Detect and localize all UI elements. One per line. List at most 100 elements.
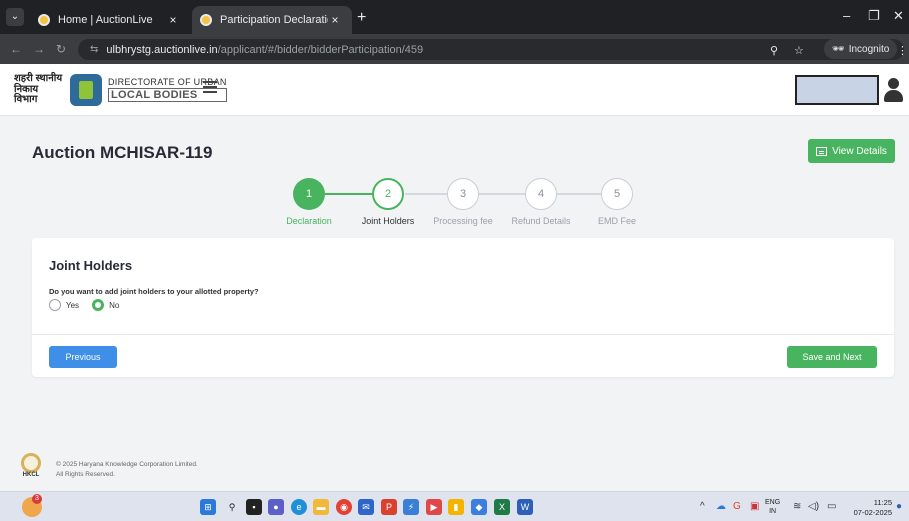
tray-app-icon[interactable]: G [733, 501, 741, 512]
user-name-box[interactable] [795, 75, 879, 105]
ulb-emblem-icon [70, 74, 102, 106]
address-bar: ← → ↻ ⇆ ulbhrystg.auctionlive.in /applic… [0, 34, 909, 64]
step-3-label: Processing fee [433, 216, 493, 226]
close-tab-icon[interactable]: × [166, 13, 180, 27]
tab-title: Home | AuctionLive [58, 14, 153, 26]
stepper-connector [405, 193, 447, 195]
new-tab-icon[interactable]: + [357, 9, 366, 27]
close-tab-icon[interactable]: × [328, 13, 342, 27]
search-icon[interactable]: ⚲ [224, 499, 240, 515]
site-info-icon[interactable]: ⇆ [90, 44, 98, 55]
footer-text: © 2025 Haryana Knowledge Corporation Lim… [56, 460, 198, 481]
messenger-icon[interactable]: ◆ [471, 499, 487, 515]
excel-icon[interactable]: X [494, 499, 510, 515]
incognito-badge[interactable]: 🕶 Incognito [824, 39, 898, 59]
zoom-search-icon[interactable]: ⚲ [770, 44, 778, 57]
radio-yes-label[interactable]: Yes [66, 301, 79, 310]
auctionlive-favicon-icon [200, 14, 212, 26]
file-explorer-icon[interactable]: ▬ [313, 499, 329, 515]
battery-icon[interactable]: ▭ [827, 501, 836, 512]
step-4-label: Refund Details [511, 216, 571, 226]
view-details-label: View Details [832, 145, 887, 157]
wifi-icon[interactable]: ≋ [793, 501, 801, 512]
powerbi-icon[interactable]: ▮ [448, 499, 464, 515]
step-2-label: Joint Holders [361, 216, 415, 226]
joint-holders-card: Joint Holders Do you want to add joint h… [32, 238, 894, 377]
stepper-connector [479, 193, 525, 195]
hkcl-logo: HKCL [18, 453, 44, 481]
browser-menu-icon[interactable]: ⋮ [897, 44, 908, 57]
step-1-circle[interactable]: 1 [293, 178, 325, 210]
card-title: Joint Holders [49, 258, 133, 273]
edge-icon[interactable]: e [291, 499, 307, 515]
lang-bottom: IN [769, 508, 777, 516]
chrome-icon[interactable]: ◉ [336, 499, 352, 515]
step-1-label: Declaration [286, 216, 332, 226]
app-header: शहरी स्थानीय निकाय विभाग DIRECTORATE OF … [0, 64, 909, 116]
footer-rights: All Rights Reserved. [56, 471, 115, 479]
step-3-circle[interactable]: 3 [447, 178, 479, 210]
word-icon[interactable]: W [517, 499, 533, 515]
system-clock[interactable]: 11:25 07-02-2025 [848, 498, 892, 518]
incognito-icon: 🕶 [832, 43, 845, 55]
auctionlive-favicon-icon [38, 14, 50, 26]
volume-icon[interactable]: ◁) [808, 501, 819, 512]
view-details-button[interactable]: View Details [808, 139, 895, 163]
step-5-circle[interactable]: 5 [601, 178, 633, 210]
radio-no-label[interactable]: No [109, 301, 119, 310]
footer-copyright: © 2025 Haryana Knowledge Corporation Lim… [56, 461, 198, 468]
task-view-icon[interactable]: ▪ [246, 499, 262, 515]
incognito-label: Incognito [848, 43, 890, 55]
browser-tab-home[interactable]: Home | AuctionLive × [30, 6, 190, 34]
lang-top: ENG [765, 499, 781, 506]
card-divider [32, 334, 894, 335]
ulb-logo[interactable]: शहरी स्थानीय निकाय विभाग DIRECTORATE OF … [14, 74, 227, 106]
reload-icon[interactable]: ↻ [56, 42, 66, 56]
joint-holders-radio-group: Yes No [49, 299, 119, 311]
tab-search-icon[interactable]: ⌄ [6, 8, 24, 26]
hkcl-logo-text: HKCL [22, 472, 40, 478]
url-input[interactable]: ⇆ ulbhrystg.auctionlive.in /applicant/#/… [78, 39, 904, 60]
hamburger-menu-icon[interactable] [203, 81, 217, 93]
stepper-connector [325, 193, 373, 195]
forward-icon[interactable]: → [33, 42, 45, 56]
pdf-reader-icon[interactable]: P [381, 499, 397, 515]
stepper-connector [557, 193, 601, 195]
step-2-circle[interactable]: 2 [372, 178, 404, 210]
browser-tab-bar: ⌄ Home | AuctionLive × Participation Dec… [0, 0, 909, 34]
restore-icon[interactable]: ❐ [868, 8, 880, 24]
browser-tab-participation[interactable]: Participation Declaration × [192, 6, 352, 34]
url-path: /applicant/#/bidder/bidderParticipation/… [217, 43, 424, 56]
save-and-next-button[interactable]: Save and Next [787, 346, 877, 368]
show-hidden-icons-icon[interactable]: ^ [700, 501, 705, 512]
clock-time: 11:25 [873, 498, 892, 507]
teams-icon[interactable]: ● [268, 499, 284, 515]
chat-app-icon[interactable]: ✉ [358, 499, 374, 515]
back-icon[interactable]: ← [10, 42, 22, 56]
bookmark-star-icon[interactable]: ☆ [794, 44, 804, 57]
step-5-label: EMD Fee [597, 216, 636, 226]
previous-button[interactable]: Previous [49, 346, 117, 368]
minimize-icon[interactable]: – [843, 8, 850, 23]
close-window-icon[interactable]: ✕ [893, 8, 904, 24]
weather-badge: 3 [32, 494, 42, 504]
notification-bell-icon[interactable]: ● [896, 501, 902, 512]
step-4-circle[interactable]: 4 [525, 178, 557, 210]
network-app-icon[interactable]: ⚡ [403, 499, 419, 515]
onedrive-icon[interactable]: ☁ [716, 501, 726, 512]
tray-security-icon[interactable]: ▣ [750, 501, 759, 512]
page-title: Auction MCHISAR-119 [32, 143, 213, 162]
weather-widget-icon[interactable]: 3 [22, 494, 42, 517]
language-indicator[interactable]: ENG IN [765, 498, 780, 516]
url-host: ulbhrystg.auctionlive.in [106, 43, 218, 56]
windows-start-icon[interactable]: ⊞ [200, 499, 216, 515]
media-app-icon[interactable]: ▶ [426, 499, 442, 515]
windows-taskbar: 3 ⊞ ⚲ ▪ ● e ▬ ◉ ✉ P ⚡ ▶ ▮ ◆ X W ^ ☁ G ▣ … [0, 491, 909, 521]
joint-holders-question: Do you want to add joint holders to your… [49, 287, 259, 296]
radio-yes[interactable] [49, 299, 61, 311]
user-avatar-icon[interactable] [882, 78, 904, 102]
logo-hindi-text: शहरी स्थानीय निकाय विभाग [14, 73, 63, 106]
tab-title: Participation Declaration [220, 14, 328, 26]
clock-date: 07-02-2025 [853, 508, 892, 518]
radio-no[interactable] [92, 299, 105, 311]
